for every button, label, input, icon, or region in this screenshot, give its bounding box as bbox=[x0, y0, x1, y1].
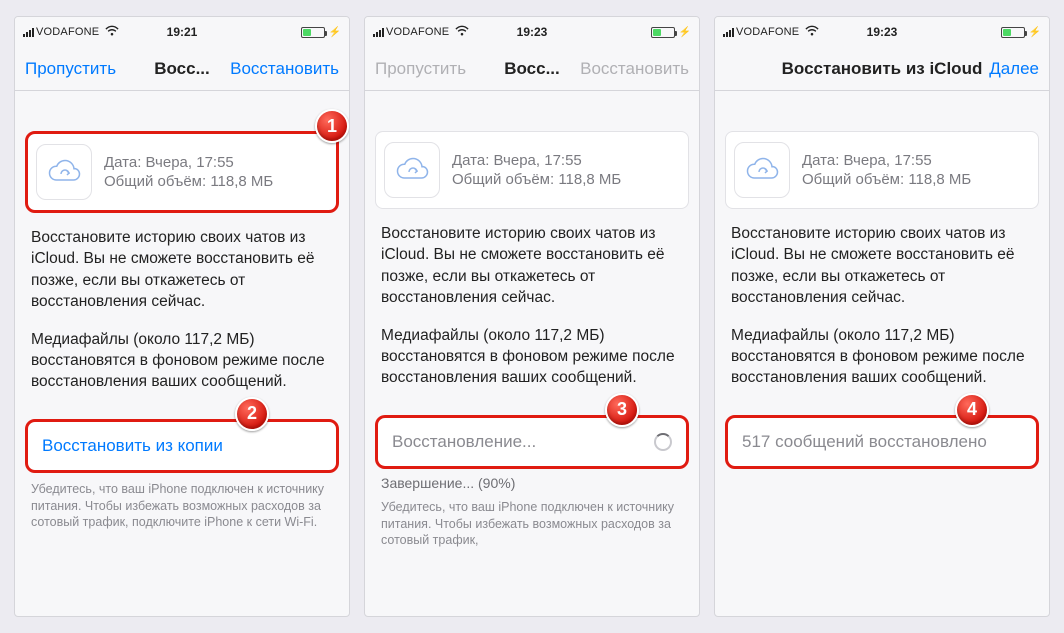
battery-icon bbox=[301, 27, 325, 38]
restored-count-label: 517 сообщений восстановлено bbox=[742, 432, 987, 452]
wifi-icon bbox=[455, 25, 469, 39]
phone-screen-1: VODAFONE 19:21 ⚡ Пропустить Восс... Восс… bbox=[14, 16, 350, 617]
wifi-icon bbox=[105, 25, 119, 39]
restoring-row: Восстановление... bbox=[375, 415, 689, 469]
phone-screen-2: VODAFONE 19:23 ⚡ Пропустить Восс... Восс… bbox=[364, 16, 700, 617]
restored-count-row: 517 сообщений восстановлено bbox=[725, 415, 1039, 469]
body-text: Восстановите историю своих чатов из iClo… bbox=[715, 209, 1049, 389]
battery-icon bbox=[1001, 27, 1025, 38]
icloud-backup-icon bbox=[384, 142, 440, 198]
backup-card[interactable]: Дата: Вчера, 17:55 Общий объём: 118,8 МБ bbox=[375, 131, 689, 209]
nav-restore-button: Восстановить bbox=[580, 59, 689, 79]
signal-icon bbox=[723, 27, 734, 37]
step-badge-2: 2 bbox=[235, 397, 269, 431]
backup-card[interactable]: Дата: Вчера, 17:55 Общий объём: 118,8 МБ bbox=[725, 131, 1039, 209]
body-text: Восстановите историю своих чатов из iClo… bbox=[15, 213, 349, 393]
backup-size: Общий объём: 118,8 МБ bbox=[802, 170, 971, 190]
nav-restore-button[interactable]: Восстановить bbox=[230, 59, 339, 79]
battery-icon bbox=[651, 27, 675, 38]
progress-text: Завершение... (90%) bbox=[365, 469, 699, 491]
nav-bar: Пропустить Восс... Восстановить bbox=[365, 47, 699, 91]
body-text: Восстановите историю своих чатов из iClo… bbox=[365, 209, 699, 389]
nav-next-button[interactable]: Далее bbox=[989, 59, 1039, 79]
step-badge-1: 1 bbox=[315, 109, 349, 143]
status-bar: VODAFONE 19:21 ⚡ bbox=[15, 17, 349, 47]
backup-date: Дата: Вчера, 17:55 bbox=[802, 151, 971, 171]
nav-bar: Восстановить из iCloud Далее bbox=[715, 47, 1049, 91]
status-bar: VODAFONE 19:23 ⚡ bbox=[715, 17, 1049, 47]
nav-skip-button: Пропустить bbox=[375, 59, 466, 79]
carrier-label: VODAFONE bbox=[736, 26, 799, 38]
icloud-backup-icon bbox=[36, 144, 92, 200]
signal-icon bbox=[373, 27, 384, 37]
footer-note: Убедитесь, что ваш iPhone подключен к ис… bbox=[15, 473, 349, 532]
status-bar: VODAFONE 19:23 ⚡ bbox=[365, 17, 699, 47]
charging-icon: ⚡ bbox=[679, 27, 691, 38]
wifi-icon bbox=[805, 25, 819, 39]
step-badge-4: 4 bbox=[955, 393, 989, 427]
restoring-label: Восстановление... bbox=[392, 432, 536, 452]
backup-date: Дата: Вчера, 17:55 bbox=[452, 151, 621, 171]
nav-bar: Пропустить Восс... Восстановить bbox=[15, 47, 349, 91]
backup-card[interactable]: Дата: Вчера, 17:55 Общий объём: 118,8 МБ bbox=[25, 131, 339, 213]
carrier-label: VODAFONE bbox=[36, 26, 99, 38]
charging-icon: ⚡ bbox=[1029, 27, 1041, 38]
charging-icon: ⚡ bbox=[329, 27, 341, 38]
nav-skip-button[interactable]: Пропустить bbox=[25, 59, 116, 79]
backup-size: Общий объём: 118,8 МБ bbox=[104, 172, 273, 192]
spinner-icon bbox=[654, 433, 672, 451]
phone-screen-3: VODAFONE 19:23 ⚡ Восстановить из iCloud … bbox=[714, 16, 1050, 617]
icloud-backup-icon bbox=[734, 142, 790, 198]
backup-size: Общий объём: 118,8 МБ bbox=[452, 170, 621, 190]
restore-label: Восстановить из копии bbox=[42, 436, 223, 456]
backup-date: Дата: Вчера, 17:55 bbox=[104, 153, 273, 173]
step-badge-3: 3 bbox=[605, 393, 639, 427]
footer-note: Убедитесь, что ваш iPhone подключен к ис… bbox=[365, 491, 699, 550]
signal-icon bbox=[23, 27, 34, 37]
restore-from-backup-row[interactable]: Восстановить из копии bbox=[25, 419, 339, 473]
carrier-label: VODAFONE bbox=[386, 26, 449, 38]
